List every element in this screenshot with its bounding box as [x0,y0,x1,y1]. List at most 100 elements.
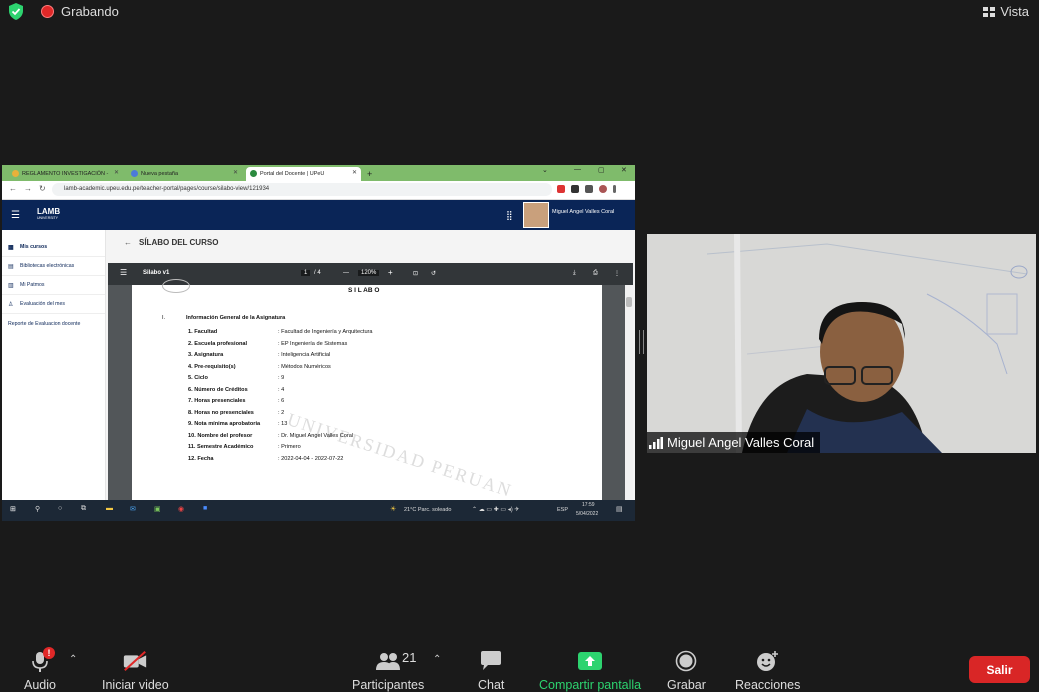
person-icon: ♙ [8,302,14,308]
maximize-icon[interactable]: ▢ [598,166,605,174]
reactions-label: Reacciones [735,678,801,692]
windows-start-icon[interactable]: ⊞ [10,505,16,513]
info-field-value: : 4 [278,386,285,393]
pdf-page-input[interactable]: 1 [301,270,311,276]
chat-icon [478,650,504,672]
page-title: SÍLABO DEL CURSO [139,238,219,247]
participant-video[interactable]: Miguel Angel Valles Coral [647,234,1036,453]
forward-icon[interactable]: → [24,184,32,193]
browser-tab-active[interactable]: Portal del Docente | UPeU ✕ [246,167,361,181]
close-window-icon[interactable]: ✕ [621,166,627,174]
pdf-more-icon[interactable]: ⋮ [614,270,620,277]
fit-page-icon[interactable]: ⊡ [413,270,418,277]
tray-icons[interactable]: ⌃ ☁ ▭ ✚ ▭ ◂) ✈ [472,506,519,513]
zoom-input[interactable]: 120% [358,270,380,276]
back-arrow-icon[interactable]: ← [124,238,132,247]
hamburger-menu-icon[interactable]: ☰ [11,210,20,221]
pdf-file-name: Silabo v1 [143,270,170,276]
split-divider-handle[interactable] [639,330,644,354]
pdf-viewer[interactable]: S I L AB O I. Información General de la … [108,279,633,502]
sidebar-item-label: Mi Patmos [20,282,45,288]
info-field-value: : 2 [278,409,285,416]
shield-icon[interactable] [8,3,24,20]
zoom-out-icon[interactable]: — [343,270,349,276]
chrome-icon[interactable]: ◉ [178,505,184,513]
close-tab-icon[interactable]: ✕ [352,169,357,176]
windows-taskbar: ⊞ ⚲ ○ ⧉ ▬ ✉ ▣ ◉ ■ ☀ 21°C Parc. soleado ⌃… [2,500,635,521]
participants-options-chevron-icon[interactable]: ⌃ [433,654,441,665]
minimize-icon[interactable]: — [574,166,581,173]
pdf-scrollbar[interactable] [625,285,633,502]
file-explorer-icon[interactable]: ▬ [106,505,113,512]
mail-icon[interactable]: ✉ [130,505,136,513]
sidebar-item-mi-patmos[interactable]: ▥ Mi Patmos [2,276,105,295]
browser-extensions [557,185,616,193]
library-icon: ▤ [8,264,14,270]
info-field-value: : Métodos Numéricos [278,363,331,370]
record-button[interactable]: Grabar [667,650,706,692]
store-icon[interactable]: ▣ [154,505,161,513]
reactions-smiley-icon [755,650,781,672]
video-label: Iniciar video [102,678,169,692]
apps-grid-icon[interactable]: ⣿ [506,210,513,221]
url-input[interactable]: lamb-academic.upeu.edu.pe/teacher-portal… [52,183,552,196]
sidebar-item-bibliotecas[interactable]: ▤ Bibliotecas electrónicas [2,257,105,276]
audio-label: Audio [24,678,56,692]
audio-alert-badge: ! [43,647,55,659]
url-text: lamb-academic.upeu.edu.pe/teacher-portal… [64,186,270,192]
language-indicator[interactable]: ESP [557,507,568,513]
pdf-menu-icon[interactable]: ☰ [120,268,127,277]
leave-button[interactable]: Salir [969,656,1030,683]
close-tab-icon[interactable]: ✕ [114,169,119,176]
task-view-icon[interactable]: ⧉ [81,505,86,513]
share-screen-button[interactable]: Compartir pantalla [539,650,641,692]
browser-tab[interactable]: REGLAMENTO INVESTIGACIÓN - ✕ [8,167,123,181]
sidebar-icon[interactable] [585,185,593,193]
section-number: I. [162,315,166,321]
puzzle-icon[interactable] [571,185,579,193]
reload-icon[interactable]: ↻ [39,184,46,193]
download-icon[interactable]: ⤓ [573,270,576,277]
sidebar-item-label: Evaluación del mes [20,301,65,307]
back-icon[interactable]: ← [9,184,17,193]
cortana-icon[interactable]: ○ [58,505,62,512]
start-video-button[interactable]: Iniciar video [102,650,169,692]
extension-icon[interactable] [557,185,565,193]
info-field-label: 1. Facultad [188,329,218,335]
clock-time: 17:59 [582,502,595,508]
info-field-label: 5. Ciclo [188,375,208,381]
weather-icon: ☀ [390,506,397,513]
section-title: Información General de la Asignatura [186,315,286,321]
scrollbar-thumb[interactable] [626,297,632,307]
reactions-button[interactable]: Reacciones [735,650,800,692]
clock-date: 5/04/2022 [576,511,599,517]
lamb-logo[interactable]: LAMB UNIVERSITY [37,207,60,220]
app-header: ☰ LAMB UNIVERSITY ⣿ Miguel Angel Valles … [2,200,635,230]
chat-label: Chat [478,678,505,692]
pdf-page: S I L AB O I. Información General de la … [132,279,602,502]
view-button[interactable]: Vista [983,4,1029,19]
zoom-app-icon[interactable]: ■ [203,505,207,512]
top-bar: Grabando Vista [0,0,1039,24]
sidebar-item-mis-cursos[interactable]: ▦ Mis cursos [2,238,105,257]
sidebar-item-label: Reporte de Evaluacion docente [8,320,81,327]
participant-name: Miguel Angel Valles Coral [667,435,815,450]
profile-icon[interactable] [599,185,607,193]
taskbar-search-icon[interactable]: ⚲ [35,505,40,513]
participants-count: 21 [402,650,417,665]
new-tab-button[interactable]: + [364,167,378,181]
print-icon[interactable]: ⎙ [593,270,598,277]
chat-button[interactable]: Chat [478,650,504,692]
sidebar-item-reporte[interactable]: Reporte de Evaluacion docente [2,314,105,333]
close-tab-icon[interactable]: ✕ [233,169,238,176]
rotate-icon[interactable]: ↺ [431,270,436,277]
audio-options-chevron-icon[interactable]: ⌃ [69,654,77,665]
sidebar-item-evaluacion[interactable]: ♙ Evaluación del mes [2,295,105,314]
browser-tab[interactable]: Nueva pestaña ✕ [127,167,242,181]
notifications-icon[interactable]: ▤ [616,505,623,513]
more-icon[interactable] [613,185,616,193]
zoom-in-icon[interactable]: + [388,268,393,277]
tab-search-icon[interactable]: ⌄ [542,166,548,174]
info-field-value: : 6 [278,398,285,404]
avatar[interactable] [523,202,549,228]
